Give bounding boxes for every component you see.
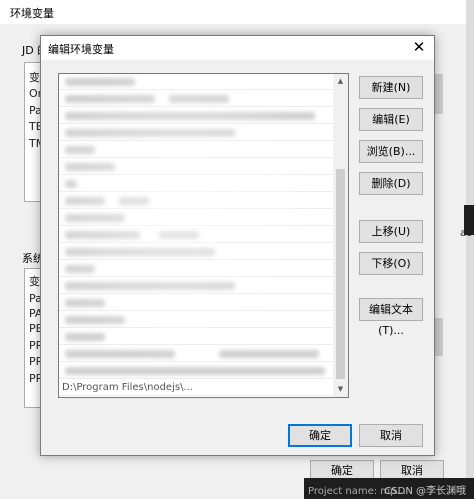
ok-button[interactable]: 确定	[288, 424, 352, 447]
user-list-scroll-thumb[interactable]	[435, 74, 443, 114]
edit-environment-variable-dialog: 编辑环境变量 ✕ D:\Program Files\nodejs\... ▲ ▼…	[40, 35, 435, 456]
delete-button[interactable]: 删除(D)	[359, 172, 423, 195]
close-icon[interactable]: ✕	[410, 38, 428, 56]
blur-overlay	[59, 74, 333, 374]
system-var-row[interactable]: 变	[29, 273, 40, 289]
user-var-row[interactable]: 变	[29, 69, 40, 85]
path-entries-list[interactable]: D:\Program Files\nodejs\... ▲ ▼	[58, 73, 349, 398]
move-down-button[interactable]: 下移(O)	[359, 252, 423, 275]
browse-button[interactable]: 浏览(B)...	[359, 140, 423, 163]
bg-window-titlebar: 环境变量	[0, 0, 474, 24]
cancel-button[interactable]: 取消	[359, 424, 423, 447]
system-list-scroll-thumb[interactable]	[435, 318, 443, 356]
list-item-selected[interactable]	[59, 397, 333, 398]
bg-window-title: 环境变量	[10, 7, 54, 20]
right-edge-text: ac	[460, 228, 472, 239]
right-edge-strip	[466, 0, 474, 499]
list-scrollbar[interactable]: ▲ ▼	[333, 74, 348, 397]
partial-path-text: D:\Program Files\nodejs\...	[62, 382, 193, 393]
scroll-up-arrow-icon[interactable]: ▲	[333, 74, 348, 89]
dialog-titlebar: 编辑环境变量 ✕	[41, 36, 434, 60]
scroll-thumb[interactable]	[336, 169, 345, 379]
dialog-title: 编辑环境变量	[48, 43, 114, 56]
new-button[interactable]: 新建(N)	[359, 76, 423, 99]
scroll-down-arrow-icon[interactable]: ▼	[333, 382, 348, 397]
move-up-button[interactable]: 上移(U)	[359, 220, 423, 243]
csdn-watermark: CSDN @李长渊哦	[384, 486, 466, 497]
list-item-partial-path[interactable]: D:\Program Files\nodejs\...	[59, 380, 333, 396]
edit-text-button[interactable]: 编辑文本(T)...	[359, 298, 423, 337]
edit-button[interactable]: 编辑(E)	[359, 108, 423, 131]
